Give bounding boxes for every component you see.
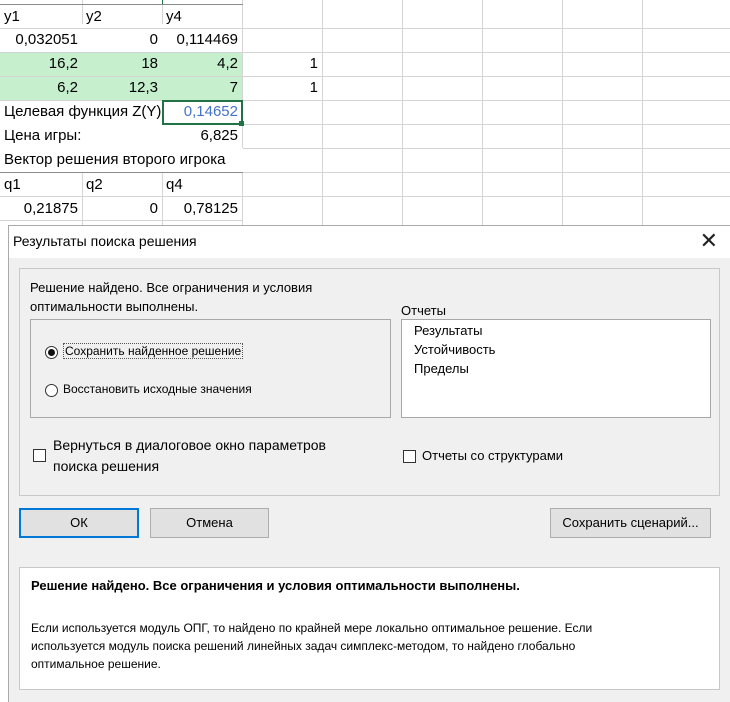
outline-reports-checkbox[interactable] bbox=[403, 450, 416, 463]
result-message-line1: Решение найдено. Все ограничения и услов… bbox=[30, 280, 313, 295]
target-function-value[interactable]: 0,14652 bbox=[162, 100, 242, 124]
cell-r3-c1[interactable]: 6,2 bbox=[0, 76, 82, 100]
header-q1[interactable]: q1 bbox=[0, 173, 82, 197]
save-scenario-button[interactable]: Сохранить сценарий... bbox=[550, 508, 711, 538]
solution-options-group: Сохранить найденное решение Восстановить… bbox=[30, 319, 391, 418]
report-item-limits[interactable]: Пределы bbox=[414, 361, 469, 376]
radio-keep-solution[interactable] bbox=[45, 346, 58, 359]
reports-label: Отчеты bbox=[401, 303, 446, 318]
report-item-sensitivity[interactable]: Устойчивость bbox=[414, 342, 495, 357]
result-message-line2: оптимальности выполнены. bbox=[30, 299, 199, 314]
target-function-label[interactable]: Целевая функция Z(Y) bbox=[0, 100, 162, 124]
radio-restore-label[interactable]: Восстановить исходные значения bbox=[63, 382, 252, 396]
cell-r3-c4[interactable]: 1 bbox=[242, 76, 322, 100]
cell-y1-value[interactable]: 0,032051 bbox=[0, 28, 82, 52]
header-y4[interactable]: y4 bbox=[162, 5, 242, 29]
header-q4[interactable]: q4 bbox=[162, 173, 242, 197]
cell-r2-c4[interactable]: 1 bbox=[242, 52, 322, 76]
reports-list[interactable]: Результаты Устойчивость Пределы bbox=[401, 319, 711, 418]
info-line3: оптимальное решение. bbox=[31, 657, 161, 671]
cell-q2-value[interactable]: 0 bbox=[82, 197, 162, 221]
close-icon[interactable]: ✕ bbox=[700, 229, 718, 253]
report-item-results[interactable]: Результаты bbox=[414, 323, 482, 338]
info-panel: Решение найдено. Все ограничения и услов… bbox=[19, 567, 720, 690]
cell-r2-c1[interactable]: 16,2 bbox=[0, 52, 82, 76]
header-y2[interactable]: y2 bbox=[82, 5, 162, 29]
info-line2: используется модуль поиска решений линей… bbox=[31, 639, 576, 653]
cell-q4-value[interactable]: 0,78125 bbox=[162, 197, 242, 221]
cell-y2-value[interactable]: 0 bbox=[82, 28, 162, 52]
results-panel: Решение найдено. Все ограничения и услов… bbox=[19, 268, 720, 496]
spreadsheet: y1 y2 y4 0,032051 0 0,114469 16,2 18 4,2… bbox=[0, 0, 730, 226]
game-price-value[interactable]: 6,825 bbox=[162, 124, 242, 148]
solver-results-dialog: Результаты поиска решения ✕ Решение найд… bbox=[8, 225, 730, 702]
header-q2[interactable]: q2 bbox=[82, 173, 162, 197]
header-y1[interactable]: y1 bbox=[0, 5, 82, 29]
cell-r3-c2[interactable]: 12,3 bbox=[82, 76, 162, 100]
radio-keep-label[interactable]: Сохранить найденное решение bbox=[63, 343, 244, 359]
cell-q1-value[interactable]: 0,21875 bbox=[0, 197, 82, 221]
dialog-titlebar[interactable]: Результаты поиска решения ✕ bbox=[9, 226, 730, 258]
cell-r3-c3[interactable]: 7 bbox=[162, 76, 242, 100]
info-line1: Если используется модуль ОПГ, то найдено… bbox=[31, 621, 593, 635]
return-to-params-line1[interactable]: Вернуться в диалоговое окно параметров bbox=[53, 437, 326, 453]
outline-reports-label[interactable]: Отчеты со структурами bbox=[422, 448, 563, 463]
return-to-params-checkbox[interactable] bbox=[33, 449, 46, 462]
cancel-button[interactable]: Отмена bbox=[150, 508, 269, 538]
return-to-params-line2[interactable]: поиска решения bbox=[53, 458, 159, 474]
solution-vector-label[interactable]: Вектор решения второго игрока bbox=[0, 148, 300, 172]
ok-button[interactable]: ОК bbox=[19, 508, 139, 538]
radio-restore-values[interactable] bbox=[45, 384, 58, 397]
dialog-title: Результаты поиска решения bbox=[13, 233, 197, 249]
cell-y4-value[interactable]: 0,114469 bbox=[162, 28, 242, 52]
cell-r2-c2[interactable]: 18 bbox=[82, 52, 162, 76]
cell-r2-c3[interactable]: 4,2 bbox=[162, 52, 242, 76]
info-title: Решение найдено. Все ограничения и услов… bbox=[31, 578, 520, 593]
game-price-label[interactable]: Цена игры: bbox=[0, 124, 162, 148]
